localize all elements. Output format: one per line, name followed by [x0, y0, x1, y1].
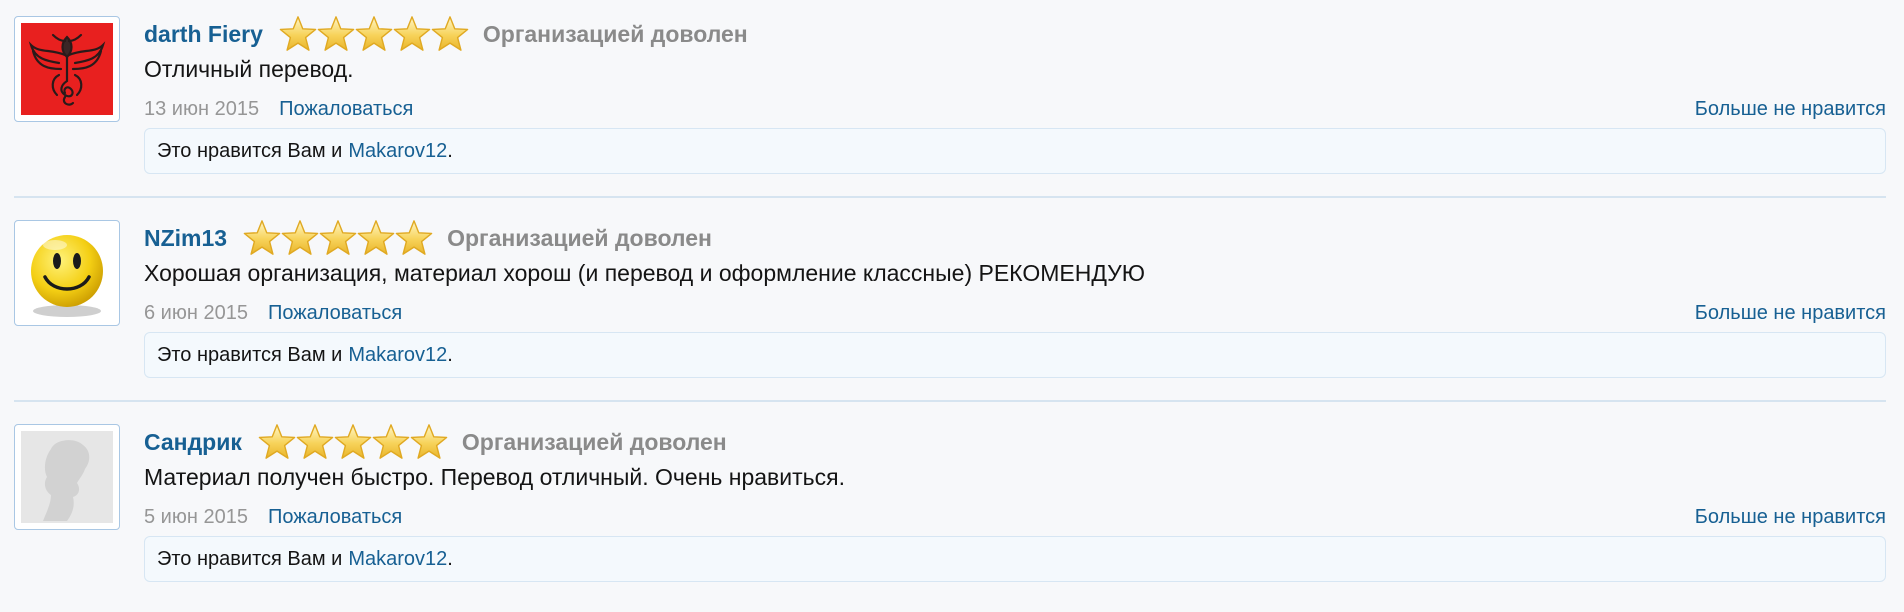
- liker-link[interactable]: Makarov12: [348, 344, 447, 367]
- review-item: NZim13 Организацией доволен Хорошая орга…: [14, 218, 1886, 408]
- star-icon: [334, 423, 372, 461]
- review-date[interactable]: 5 июн 2015: [144, 506, 248, 529]
- review-date[interactable]: 6 июн 2015: [144, 302, 248, 325]
- divider: [14, 196, 1886, 198]
- star-icon: [317, 15, 355, 53]
- review-header: NZim13 Организацией доволен: [144, 218, 712, 258]
- liker-link[interactable]: Makarov12: [348, 548, 447, 571]
- likes-suffix: .: [447, 139, 453, 162]
- rating-label: Организацией доволен: [447, 224, 712, 251]
- rating-label: Организацией доволен: [482, 20, 748, 47]
- star-icon: [319, 219, 357, 257]
- likes-summary: Это нравится Вам и Makarov12 .: [144, 128, 1886, 174]
- review-meta: 6 июн 2015 Пожаловаться: [144, 302, 402, 325]
- report-link[interactable]: Пожаловаться: [268, 506, 402, 529]
- dragon-emblem-icon: [21, 23, 113, 115]
- review-text: Отличный перевод.: [144, 56, 354, 82]
- review-item: darth Fiery Организацией доволен Отличны…: [14, 14, 1886, 204]
- star-rating: [258, 423, 448, 461]
- likes-suffix: .: [447, 547, 453, 570]
- smiley-face-icon: [21, 227, 113, 319]
- review-header: darth Fiery Организацией доволен: [144, 14, 748, 54]
- liker-link[interactable]: Makarov12: [348, 140, 447, 163]
- star-rating: [279, 15, 469, 53]
- review-text: Материал получен быстро. Перевод отличны…: [144, 464, 845, 490]
- review-text: Хорошая организация, материал хорош (и п…: [144, 260, 1145, 286]
- username-link[interactable]: Сандрик: [144, 429, 242, 456]
- review-meta: 13 июн 2015 Пожаловаться: [144, 98, 413, 121]
- star-rating: [243, 219, 433, 257]
- likes-summary: Это нравится Вам и Makarov12 .: [144, 536, 1886, 582]
- avatar[interactable]: [14, 16, 120, 122]
- likes-prefix: Это нравится Вам и: [157, 547, 343, 570]
- unlike-link[interactable]: Больше не нравится: [1695, 302, 1886, 325]
- rating-label: Организацией доволен: [461, 428, 727, 455]
- likes-prefix: Это нравится Вам и: [157, 139, 343, 162]
- likes-summary: Это нравится Вам и Makarov12 .: [144, 332, 1886, 378]
- star-icon: [431, 15, 469, 53]
- divider: [14, 400, 1886, 402]
- star-icon: [279, 15, 317, 53]
- avatar[interactable]: [14, 220, 120, 326]
- review-date[interactable]: 13 июн 2015: [144, 98, 259, 121]
- likes-prefix: Это нравится Вам и: [157, 343, 343, 366]
- report-link[interactable]: Пожаловаться: [268, 302, 402, 325]
- likes-suffix: .: [447, 343, 453, 366]
- review-item: Сандрик Организацией доволен Материал по…: [14, 422, 1886, 612]
- username-link[interactable]: NZim13: [144, 225, 227, 252]
- username-link[interactable]: darth Fiery: [144, 21, 263, 48]
- star-icon: [410, 423, 448, 461]
- default-silhouette-icon: [21, 431, 113, 523]
- review-list: darth Fiery Организацией доволен Отличны…: [0, 0, 1904, 598]
- star-icon: [281, 219, 319, 257]
- review-header: Сандрик Организацией доволен: [144, 422, 727, 462]
- star-icon: [372, 423, 410, 461]
- avatar[interactable]: [14, 424, 120, 530]
- star-icon: [296, 423, 334, 461]
- unlike-link[interactable]: Больше не нравится: [1695, 506, 1886, 529]
- star-icon: [393, 15, 431, 53]
- star-icon: [243, 219, 281, 257]
- star-icon: [357, 219, 395, 257]
- star-icon: [355, 15, 393, 53]
- star-icon: [395, 219, 433, 257]
- report-link[interactable]: Пожаловаться: [279, 98, 413, 121]
- review-meta: 5 июн 2015 Пожаловаться: [144, 506, 402, 529]
- star-icon: [258, 423, 296, 461]
- unlike-link[interactable]: Больше не нравится: [1695, 98, 1886, 121]
